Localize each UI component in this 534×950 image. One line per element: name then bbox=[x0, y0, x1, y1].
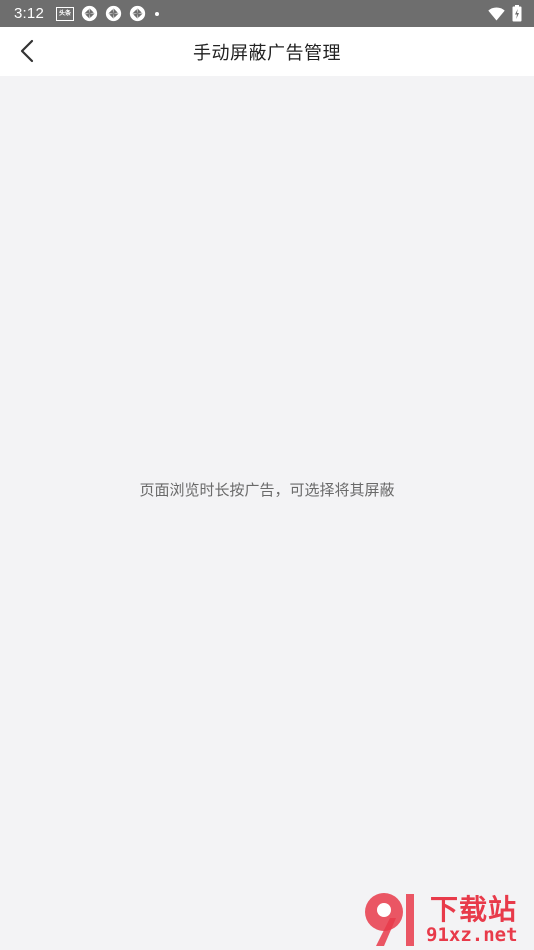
battery-icon bbox=[512, 5, 522, 22]
notification-dot bbox=[155, 11, 159, 16]
status-bar: 3:12 头条 bbox=[0, 0, 534, 27]
status-notification-icons: 头条 bbox=[56, 5, 159, 22]
back-button[interactable] bbox=[10, 34, 44, 68]
empty-state-hint: 页面浏览时长按广告，可选择将其屏蔽 bbox=[139, 481, 395, 499]
status-time: 3:12 bbox=[14, 5, 44, 22]
chevron-left-icon bbox=[20, 39, 34, 63]
watermark-logo-icon bbox=[365, 893, 414, 946]
watermark-text: 下载站 bbox=[430, 893, 518, 926]
app-icon bbox=[129, 5, 146, 22]
app-icon bbox=[105, 5, 122, 22]
page-title: 手动屏蔽广告管理 bbox=[193, 42, 341, 64]
status-system-icons bbox=[488, 5, 522, 22]
site-watermark: 下载站 91xz.net bbox=[362, 888, 534, 950]
wifi-icon bbox=[488, 7, 505, 20]
title-bar: 手动屏蔽广告管理 bbox=[0, 27, 534, 76]
watermark-url: 91xz.net bbox=[426, 924, 518, 946]
news-icon: 头条 bbox=[56, 6, 74, 21]
main-content[interactable]: 页面浏览时长按广告，可选择将其屏蔽 bbox=[0, 76, 534, 950]
app-icon bbox=[81, 5, 98, 22]
